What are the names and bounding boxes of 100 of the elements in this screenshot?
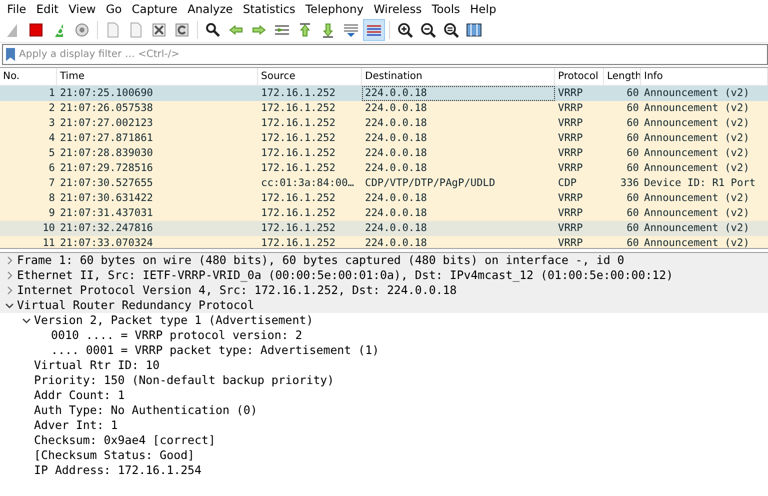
table-cell: 11 (0, 236, 57, 248)
menu-item[interactable]: Capture (126, 2, 183, 16)
menu-item[interactable]: Telephony (300, 2, 369, 16)
tree-item[interactable]: IP Address: 172.16.1.254 (34, 463, 202, 478)
table-cell: 224.0.0.18 (362, 221, 555, 236)
zoom-reset-icon (443, 22, 459, 38)
menu-item[interactable]: Statistics (238, 2, 300, 16)
table-cell: 224.0.0.18 (362, 146, 555, 161)
tree-item[interactable]: .... 0001 = VRRP packet type: Advertisement (1) (51, 343, 380, 358)
table-cell: VRRP (555, 101, 604, 116)
table-cell: 60 (604, 131, 641, 146)
table-cell: 172.16.1.252 (258, 86, 362, 101)
table-cell: 172.16.1.252 (258, 161, 362, 176)
bookmark-icon[interactable] (6, 48, 15, 61)
table-cell: 1 (0, 86, 57, 101)
tree-item[interactable]: [Checksum Status: Good] (34, 448, 195, 463)
table-cell: VRRP (555, 236, 604, 248)
table-cell: 21:07:30.631422 (57, 191, 258, 206)
table-cell: Announcement (v2) (641, 86, 768, 101)
tree-item[interactable]: Addr Count: 1 (34, 388, 125, 403)
menu-item[interactable]: Help (465, 2, 502, 16)
table-cell: Announcement (v2) (641, 101, 768, 116)
table-cell: 172.16.1.252 (258, 221, 362, 236)
table-cell: 60 (604, 206, 641, 221)
chevron-down-icon[interactable] (22, 316, 31, 325)
chevron-right-icon[interactable] (5, 271, 14, 280)
table-cell: 21:07:27.002123 (57, 116, 258, 131)
table-cell: VRRP (555, 206, 604, 221)
table-cell: 21:07:32.247816 (57, 221, 258, 236)
chevron-down-icon[interactable] (5, 301, 14, 310)
table-cell: Announcement (v2) (641, 116, 768, 131)
tree-item[interactable]: Priority: 150 (Non-default backup priority) (34, 373, 334, 388)
tree-item[interactable]: Virtual Rtr ID: 10 (34, 358, 160, 373)
table-cell: 21:07:27.871861 (57, 131, 258, 146)
table-cell: 9 (0, 206, 57, 221)
table-cell: CDP (555, 176, 604, 191)
tree-item[interactable]: Checksum: 0x9ae4 [correct] (34, 433, 216, 448)
table-cell: 336 (604, 176, 641, 191)
table-cell: 21:07:26.057538 (57, 101, 258, 116)
stop-icon (28, 22, 44, 38)
tree-item[interactable]: Auth Type: No Authentication (0) (34, 403, 258, 418)
tree-item[interactable]: 0010 .... = VRRP protocol version: 2 (51, 328, 302, 343)
table-cell: 21:07:28.839030 (57, 146, 258, 161)
gear-icon (74, 22, 90, 38)
menu-item[interactable]: Tools (426, 2, 466, 16)
table-cell: VRRP (555, 86, 604, 101)
table-cell: CDP/VTP/DTP/PAgP/UDLD (362, 176, 555, 191)
chevron-right-icon[interactable] (5, 286, 14, 295)
table-cell: 10 (0, 221, 57, 236)
table-cell: cc:01:3a:84:00… (258, 176, 362, 191)
table-cell: Announcement (v2) (641, 236, 768, 248)
table-cell: 224.0.0.18 (362, 131, 555, 146)
arrow-down-icon (320, 22, 336, 38)
table-cell: 21:07:31.437031 (57, 206, 258, 221)
table-cell: 60 (604, 161, 641, 176)
menu-item[interactable]: Wireless (368, 2, 427, 16)
table-cell: 224.0.0.18 (362, 191, 555, 206)
chevron-right-icon[interactable] (5, 256, 14, 265)
protocol-column-header[interactable]: Protocol (555, 68, 604, 86)
menu-item[interactable]: Analyze (182, 2, 238, 16)
table-cell: 224.0.0.18 (362, 101, 555, 116)
menu-item[interactable]: Go (100, 2, 127, 16)
destination-column-header[interactable]: Destination (362, 68, 555, 86)
table-cell: 224.0.0.18 (362, 236, 555, 248)
table-cell: 172.16.1.252 (258, 101, 362, 116)
search-icon (205, 22, 221, 38)
table-cell: 3 (0, 116, 57, 131)
table-cell: VRRP (555, 191, 604, 206)
time-column-header[interactable]: Time (57, 68, 258, 86)
filter-bar[interactable]: Apply a display filter … <Ctrl-/> (2, 44, 768, 65)
info-column-header[interactable]: Info (641, 68, 768, 86)
tree-item[interactable]: Adver Int: 1 (34, 418, 118, 433)
table-cell: 7 (0, 176, 57, 191)
table-cell: VRRP (555, 161, 604, 176)
colorize-lines-button[interactable] (363, 19, 385, 41)
table-cell: Announcement (v2) (641, 191, 768, 206)
table-cell: 172.16.1.252 (258, 206, 362, 221)
number-column-header[interactable]: No. (0, 68, 57, 86)
table-cell: 60 (604, 116, 641, 131)
table-cell: 5 (0, 146, 57, 161)
arrow-up-icon (297, 22, 313, 38)
table-cell: 172.16.1.252 (258, 131, 362, 146)
resize-columns-icon (466, 22, 482, 38)
menu-item[interactable]: View (64, 2, 101, 16)
arrow-right-icon (251, 22, 267, 38)
menu-item[interactable]: Edit (31, 2, 64, 16)
table-cell: 224.0.0.18 (362, 161, 555, 176)
table-cell: 21:07:29.728516 (57, 161, 258, 176)
menu-item[interactable]: File (2, 2, 32, 16)
table-cell: Announcement (v2) (641, 221, 768, 236)
reload-icon (174, 22, 190, 38)
zoom-out-icon (420, 22, 436, 38)
source-column-header[interactable]: Source (258, 68, 362, 86)
table-cell: 4 (0, 131, 57, 146)
display-filter-field[interactable]: Apply a display filter … <Ctrl-/> (19, 49, 767, 60)
table-cell: Announcement (v2) (641, 146, 768, 161)
table-cell: VRRP (555, 131, 604, 146)
close-file-icon (151, 22, 167, 38)
tree-item[interactable]: Version 2, Packet type 1 (Advertisement) (34, 313, 314, 328)
table-cell: 8 (0, 191, 57, 206)
